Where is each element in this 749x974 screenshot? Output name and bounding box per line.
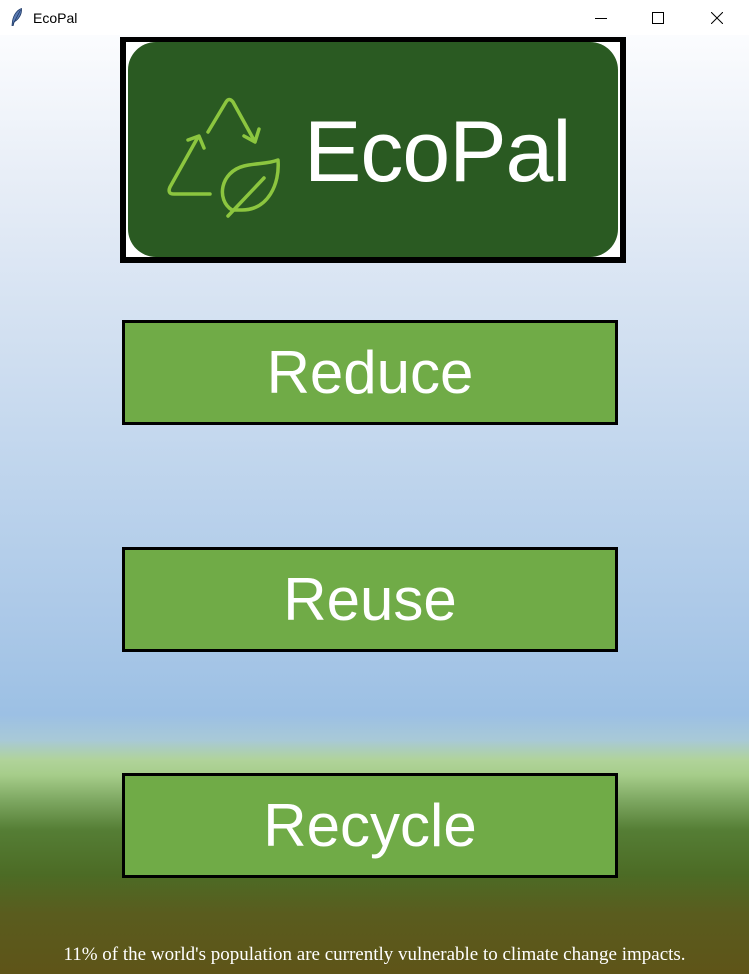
title-bar[interactable]: EcoPal — [0, 0, 749, 35]
feather-icon — [11, 7, 22, 27]
reduce-button[interactable]: Reduce — [122, 320, 618, 425]
logo-panel: EcoPal — [128, 42, 618, 257]
maximize-icon — [652, 11, 664, 24]
recycle-button[interactable]: Recycle — [122, 773, 618, 878]
minimize-button[interactable] — [578, 0, 624, 35]
window-title: EcoPal — [33, 10, 78, 26]
logo: EcoPal — [120, 37, 626, 263]
app-background: EcoPal Reduce Reuse Recycle 11% of the w… — [0, 35, 749, 974]
recycle-leaf-icon — [167, 97, 280, 218]
maximize-button[interactable] — [635, 0, 681, 35]
minimize-icon — [595, 17, 607, 19]
close-icon — [711, 11, 723, 24]
reuse-button[interactable]: Reuse — [122, 547, 618, 652]
logo-text: EcoPal — [304, 104, 571, 200]
close-button[interactable] — [694, 0, 740, 35]
climate-fact-text: 11% of the world's population are curren… — [63, 944, 686, 965]
